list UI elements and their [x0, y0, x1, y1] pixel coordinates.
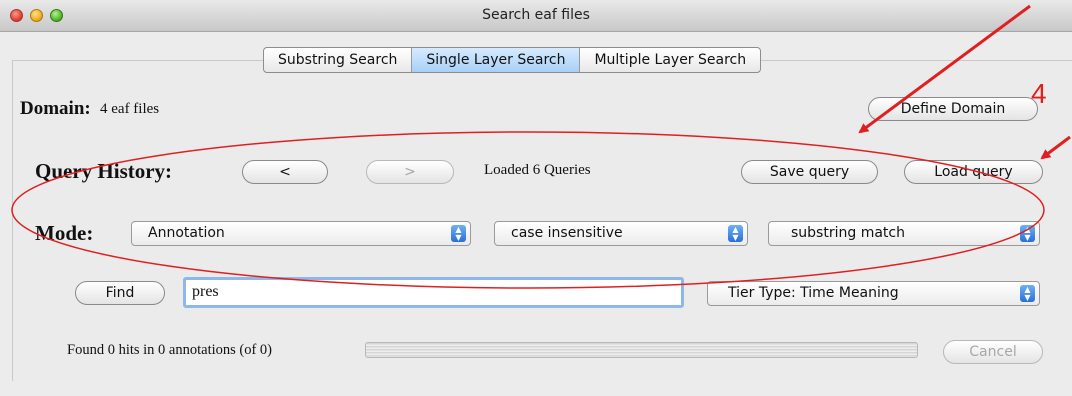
- window-title: Search eaf files: [482, 7, 590, 23]
- define-domain-button[interactable]: Define Domain: [868, 97, 1038, 121]
- tab-single-layer-search[interactable]: Single Layer Search: [412, 48, 581, 72]
- select-arrows-icon: ▲ ▼: [451, 225, 466, 242]
- domain-label: Domain:: [20, 98, 91, 119]
- search-mode-tabs: Substring Search Single Layer Search Mul…: [263, 47, 762, 73]
- case-sensitivity-value: case insensitive: [511, 225, 623, 241]
- case-sensitivity-select[interactable]: case insensitive ▲ ▼: [494, 221, 748, 246]
- next-query-button[interactable]: >: [366, 160, 454, 184]
- annotation-type-value: Annotation: [148, 225, 225, 241]
- tier-type-value: Tier Type: Time Meaning: [728, 285, 899, 301]
- cancel-button[interactable]: Cancel: [943, 340, 1043, 364]
- annotation-number: 4: [1031, 78, 1047, 109]
- select-arrows-icon: ▲ ▼: [1020, 225, 1035, 242]
- find-button[interactable]: Find: [75, 281, 165, 305]
- query-history-status: Loaded 6 Queries: [484, 162, 591, 178]
- match-type-select[interactable]: substring match ▲ ▼: [768, 221, 1040, 246]
- title-bar: Search eaf files: [0, 0, 1072, 32]
- query-history-label: Query History:: [35, 159, 173, 183]
- annotation-type-select[interactable]: Annotation ▲ ▼: [131, 221, 471, 246]
- search-progress-bar: [365, 342, 918, 358]
- match-type-value: substring match: [791, 225, 905, 241]
- tier-type-select[interactable]: Tier Type: Time Meaning ▲ ▼: [707, 281, 1040, 306]
- tab-multiple-layer-search[interactable]: Multiple Layer Search: [580, 48, 760, 72]
- search-window: Search eaf files Substring Search Single…: [0, 0, 1072, 396]
- domain-value: 4 eaf files: [100, 101, 160, 117]
- mode-label: Mode:: [35, 221, 94, 245]
- tab-substring-search[interactable]: Substring Search: [264, 48, 413, 72]
- load-query-button[interactable]: Load query: [904, 160, 1043, 184]
- search-status-text: Found 0 hits in 0 annotations (of 0): [67, 342, 273, 358]
- select-arrows-icon: ▲ ▼: [1020, 285, 1035, 302]
- select-arrows-icon: ▲ ▼: [728, 225, 743, 242]
- save-query-button[interactable]: Save query: [741, 160, 878, 184]
- search-query-input[interactable]: pres: [183, 277, 684, 308]
- previous-query-button[interactable]: <: [242, 160, 328, 184]
